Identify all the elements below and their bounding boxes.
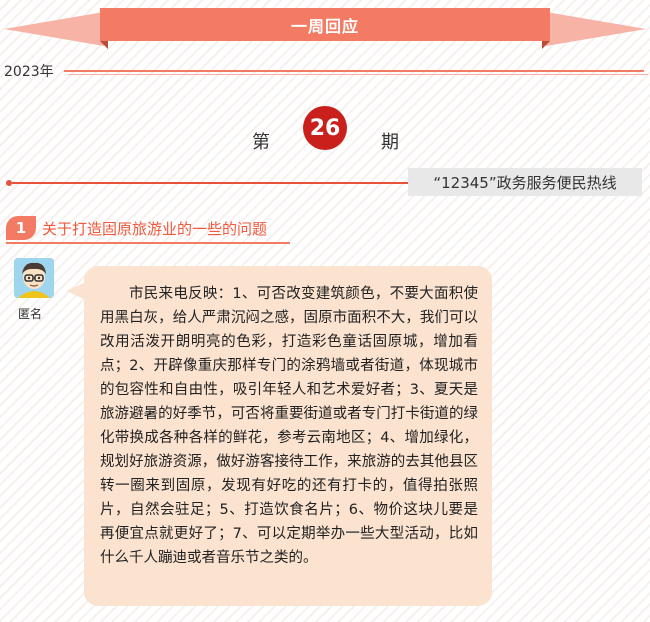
issue-prefix: 第 <box>252 132 270 153</box>
year-divider-thin <box>68 74 648 75</box>
topic-underline <box>6 242 290 244</box>
year-label: 2023年 <box>4 64 54 80</box>
message-bubble: 市民来电反映：1、可否改变建筑颜色，不要大面积使用黑白灰，给人严肃沉闷之感，固原… <box>84 266 492 606</box>
banner-tail-right <box>546 12 646 46</box>
topic-title: 关于打造固原旅游业的一些的问题 <box>42 219 268 238</box>
issue-number-badge: 26 <box>303 106 347 150</box>
hotline-label: “12345”政务服务便民热线 <box>408 168 642 196</box>
banner-fold-right <box>542 41 550 49</box>
issue-suffix: 期 <box>381 132 399 153</box>
banner-title: 一周回应 <box>100 8 550 41</box>
avatar-person-icon <box>14 258 54 298</box>
hotline-divider <box>12 182 410 184</box>
year-divider <box>63 70 645 72</box>
message-body: 市民来电反映：1、可否改变建筑颜色，不要大面积使用黑白灰，给人严肃沉闷之感，固原… <box>100 286 478 566</box>
banner-fold-left <box>100 41 108 49</box>
avatar <box>14 258 54 298</box>
topic-number-badge: 1 <box>6 216 36 240</box>
sender-name: 匿名 <box>18 307 43 321</box>
topic-heading: 1 关于打造固原旅游业的一些的问题 <box>6 216 267 240</box>
banner-tail-left <box>4 12 104 46</box>
bubble-pointer <box>66 282 86 300</box>
